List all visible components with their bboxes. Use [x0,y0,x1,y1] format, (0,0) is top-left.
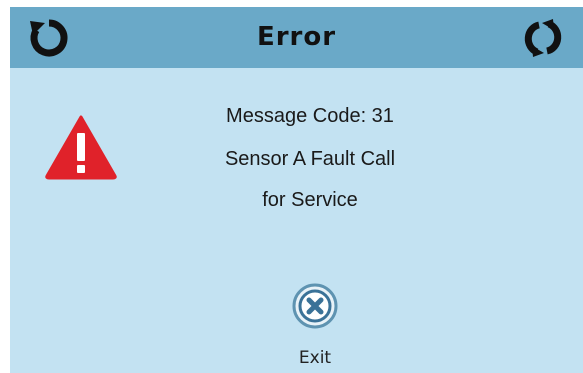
refresh-icon [524,19,562,57]
message-code-text: Message Code: 31 [226,105,394,127]
exit-button[interactable]: Exit [288,283,342,369]
title-bar: Error [10,7,583,68]
refresh-button[interactable] [522,17,564,59]
restart-button[interactable] [28,17,70,59]
page-title: Error [256,22,337,52]
close-circle-icon [292,283,338,329]
error-screen: Error Message Code: 31 Sensor A Fault Ca… [10,7,583,373]
warning-triangle-icon [45,115,117,180]
restart-icon [30,19,68,57]
service-instruction-text: for Service [262,189,358,211]
fault-description-text: Sensor A Fault Call [224,148,396,170]
exit-label: Exit [298,348,332,368]
